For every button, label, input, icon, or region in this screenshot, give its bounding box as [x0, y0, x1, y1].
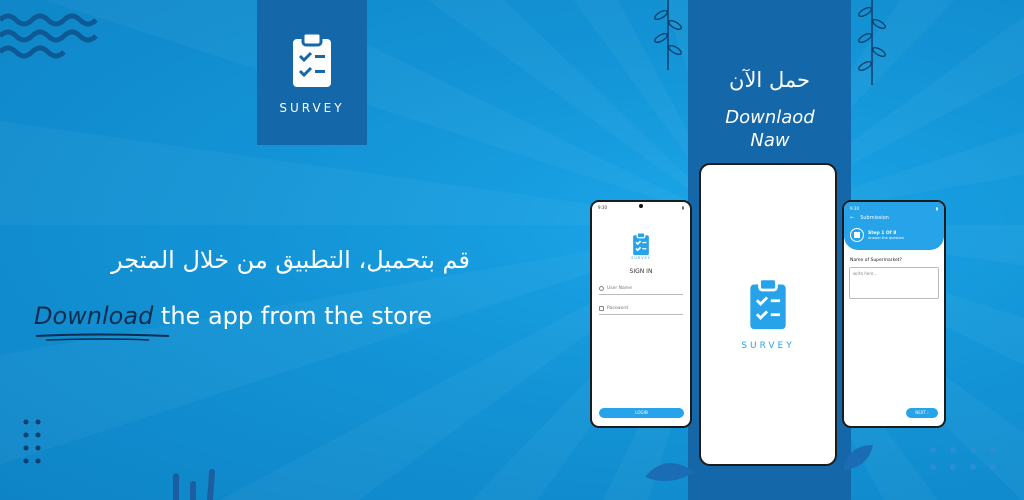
status-bar: 9:30 ▮ — [592, 202, 690, 212]
username-field[interactable]: User Name — [599, 275, 683, 295]
next-label: NEXT — [915, 410, 926, 415]
next-button[interactable]: NEXT › — [906, 408, 938, 418]
password-field[interactable]: Password — [599, 295, 683, 315]
leaf-decoration — [843, 445, 873, 470]
question-label: Name of Supermarket? — [850, 258, 902, 263]
lock-icon — [599, 306, 604, 311]
battery-icon: ▮ — [935, 206, 938, 211]
step-subtitle: Answer the question — [868, 235, 904, 240]
answer-textarea[interactable]: write here... — [849, 267, 939, 299]
status-time: 9:30 — [598, 205, 607, 210]
signin-logo — [592, 232, 690, 256]
submission-header: 9:30 ▮ ← Submission Step 1 Of 8 Answer t… — [844, 202, 944, 250]
logo-tile: SURVEY — [257, 0, 367, 145]
clipboard-check-icon — [633, 232, 649, 256]
back-arrow-icon[interactable]: ← — [850, 215, 854, 221]
clipboard-check-icon — [293, 31, 331, 87]
grass-decoration — [173, 469, 215, 500]
leaf-decoration — [645, 463, 695, 481]
battery-icon: ▮ — [681, 205, 684, 210]
headline-rest: the app from the store — [153, 302, 432, 330]
phone-signin-screen: 9:30 ▮ SURVEY SIGN IN User Name Password… — [590, 200, 692, 428]
leaf-decoration — [654, 0, 682, 70]
user-icon — [599, 286, 604, 291]
headline-english: Download the app from the store — [34, 302, 432, 330]
step-indicator: Step 1 Of 8 Answer the question — [850, 228, 938, 242]
splash-label: SURVEY — [741, 341, 795, 351]
leaf-decoration — [858, 0, 886, 85]
step-icon — [850, 228, 864, 242]
dots-decoration — [930, 447, 996, 470]
wave-decoration — [0, 13, 98, 59]
login-button[interactable]: LOGIN — [599, 408, 684, 418]
status-bar: 9:30 ▮ — [850, 206, 938, 211]
splash-logo: SURVEY — [701, 277, 835, 351]
submission-title: Submission — [860, 215, 889, 221]
username-placeholder: User Name — [607, 286, 632, 291]
logo-label: SURVEY — [279, 100, 345, 115]
phone-splash-screen: SURVEY — [699, 163, 837, 466]
download-now-english: Downlaod Naw — [725, 107, 815, 151]
headline-emphasis: Download — [34, 302, 154, 330]
headline-arabic: قم بتحميل، التطبيق من خلال المتجر — [110, 246, 470, 274]
signin-title: SIGN IN — [629, 268, 653, 275]
download-now-arabic: حمل الآن — [729, 68, 810, 92]
clipboard-check-icon — [750, 277, 786, 330]
status-time: 9:30 — [850, 206, 859, 211]
dots-decoration — [23, 419, 41, 464]
signin-logo-label: SURVEY — [631, 256, 651, 260]
password-placeholder: Password — [607, 306, 629, 311]
submission-title-row: ← Submission — [850, 215, 938, 221]
phone-submission-screen: 9:30 ▮ ← Submission Step 1 Of 8 Answer t… — [842, 200, 946, 428]
brush-underline — [35, 333, 170, 341]
camera-dot — [639, 204, 643, 208]
